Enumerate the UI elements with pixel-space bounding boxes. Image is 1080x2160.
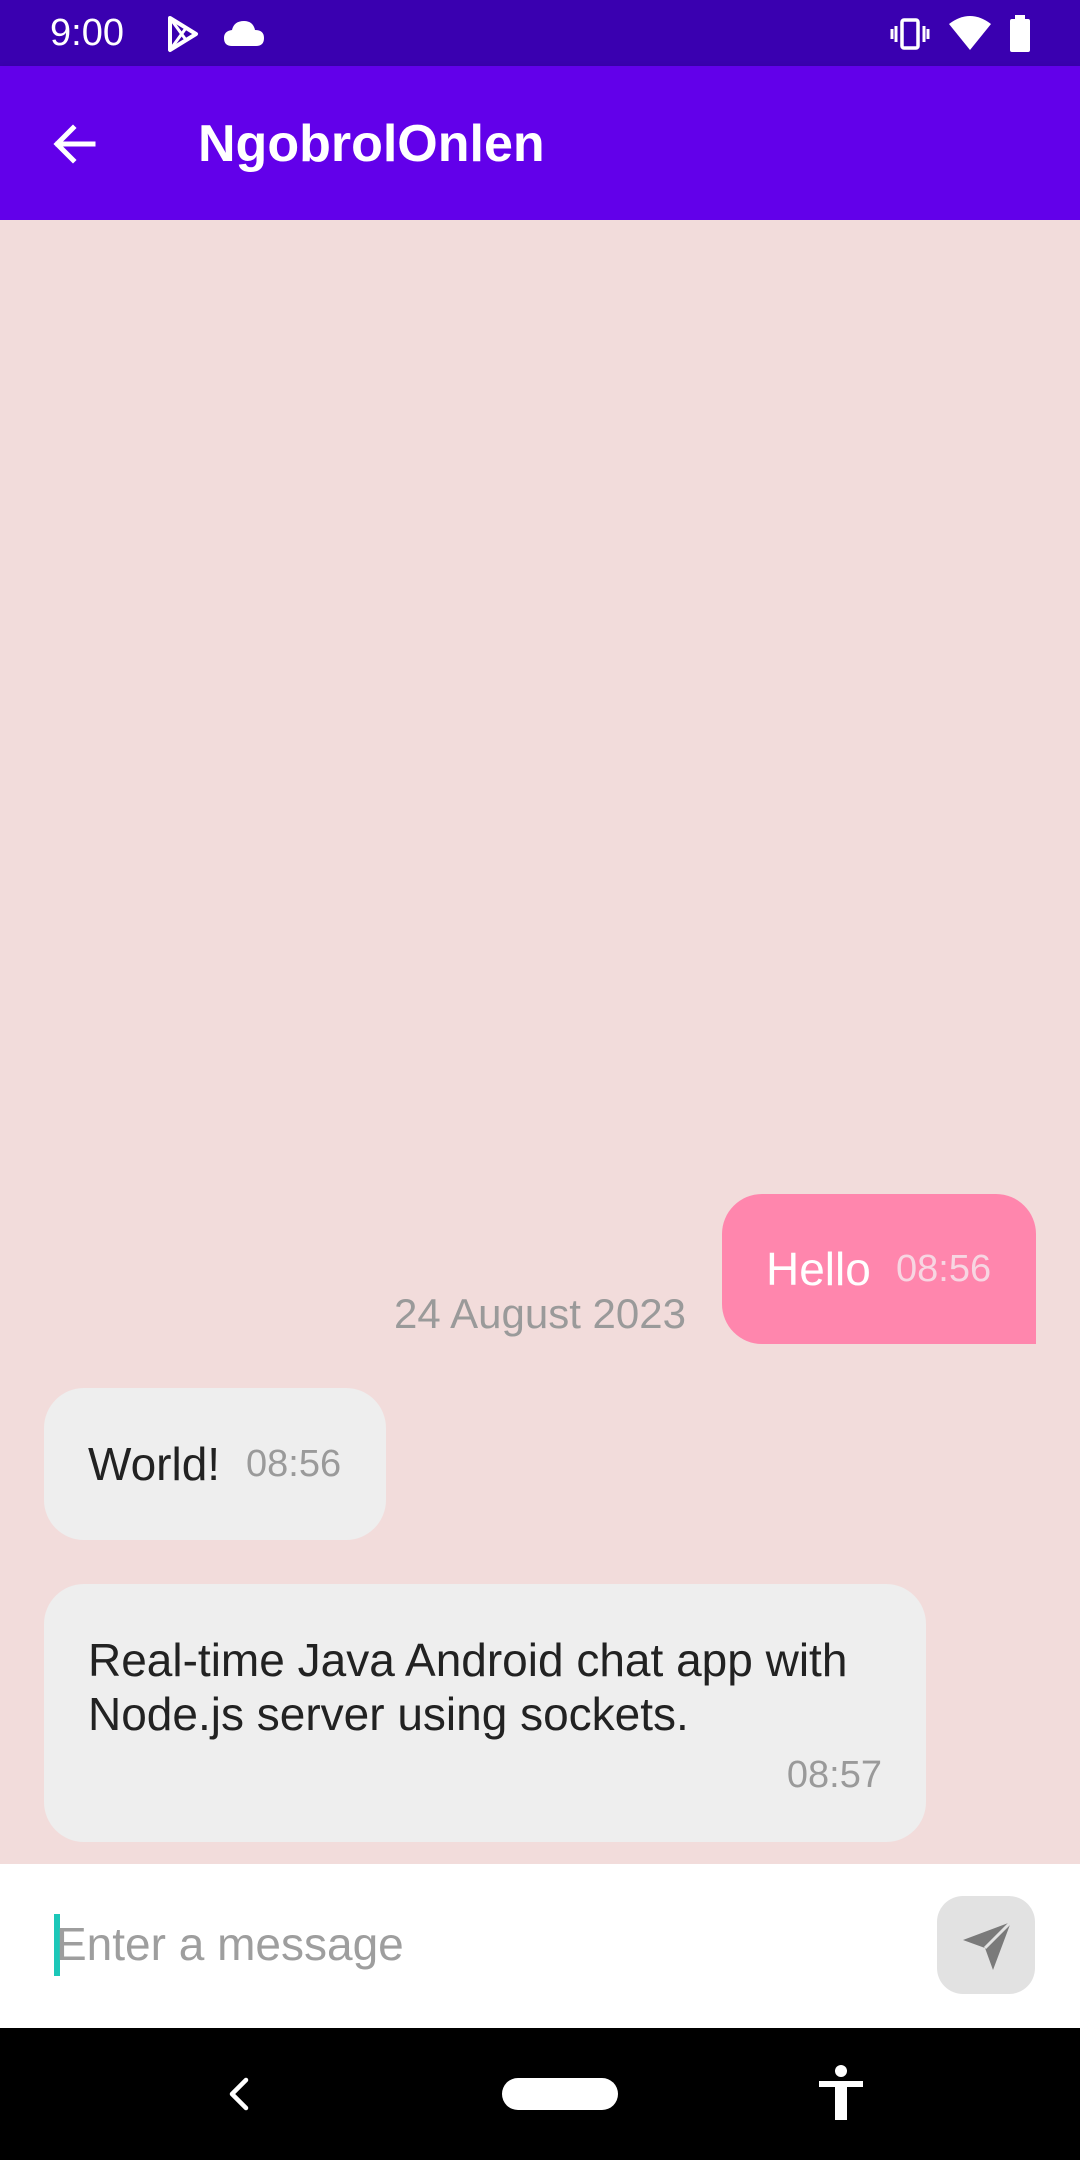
message-text-line-1: Real-time Java Android chat app with [88, 1634, 848, 1686]
send-button[interactable] [937, 1896, 1035, 1994]
message-input[interactable] [56, 1904, 896, 1984]
status-bar: 9:00 [0, 0, 1080, 66]
message-bubble-incoming[interactable]: Real-time Java Android chat app with Nod… [44, 1584, 926, 1842]
message-bubble-outgoing[interactable]: Hello 08:56 [722, 1194, 1036, 1344]
arrow-back-icon [53, 124, 96, 164]
nav-back-icon[interactable] [218, 2072, 262, 2116]
message-time: 08:56 [246, 1443, 342, 1485]
battery-icon [1008, 14, 1032, 54]
system-nav-bar [0, 2028, 1080, 2160]
message-bubble-incoming[interactable]: World! 08:56 [44, 1388, 386, 1540]
message-text-line-2: Node.js server using sockets. [88, 1688, 689, 1740]
status-time: 9:00 [50, 12, 124, 54]
message-time: 08:56 [896, 1248, 992, 1290]
send-icon [963, 1920, 1013, 1970]
accessibility-icon[interactable] [816, 2064, 866, 2122]
message-text: World! [88, 1438, 221, 1490]
app-title: NgobrolOnlen [198, 115, 545, 173]
play-store-icon [162, 14, 202, 54]
app-bar: NgobrolOnlen [0, 66, 1080, 220]
chat-message-list[interactable]: 24 August 2023 Hello 08:56 World! 08:56 … [0, 220, 1080, 1864]
message-text: Hello [766, 1243, 871, 1295]
cloud-icon [222, 14, 266, 54]
wifi-icon [948, 14, 992, 54]
message-composer [0, 1864, 1080, 2028]
message-time: 08:57 [786, 1754, 882, 1796]
vibrate-icon [890, 14, 930, 54]
back-button[interactable] [40, 110, 108, 178]
nav-home-pill[interactable] [502, 2078, 618, 2110]
